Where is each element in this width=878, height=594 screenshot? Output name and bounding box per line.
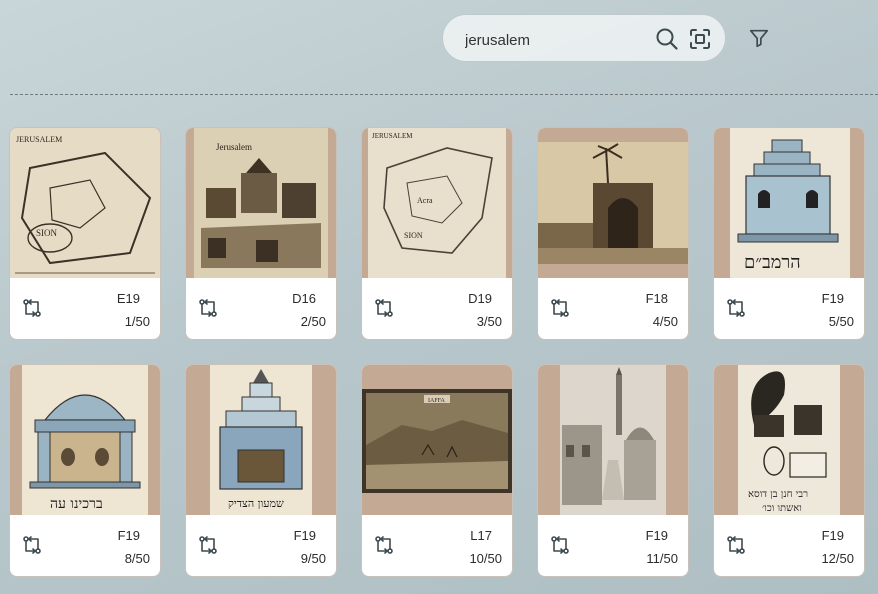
results-grid: JERUSALEM SION E19 1/50 Jerusalem D16 2/… [9, 127, 869, 579]
result-thumbnail: Jerusalem [186, 128, 336, 278]
scan-icon[interactable] [688, 27, 712, 51]
swap-icon[interactable] [22, 298, 42, 318]
result-code: E19 [116, 291, 140, 306]
svg-text:ואשתו וכו׳: ואשתו וכו׳ [762, 503, 802, 514]
result-thumbnail: רבי חנן בן דוסא ואשתו וכו׳ [714, 365, 864, 515]
result-card[interactable]: שמעון הצדיק F19 9/50 [185, 364, 337, 577]
swap-icon[interactable] [198, 298, 218, 318]
svg-text:SION: SION [36, 228, 58, 238]
search-bar [442, 14, 726, 62]
filter-icon[interactable] [748, 27, 770, 49]
result-thumbnail: JERUSALEM SION [10, 128, 160, 278]
result-card[interactable]: JERUSALEM SION E19 1/50 [9, 127, 161, 340]
result-code: L17 [470, 528, 492, 543]
result-card[interactable]: הרמב״ם F19 5/50 [713, 127, 865, 340]
divider [10, 94, 878, 95]
swap-icon[interactable] [550, 535, 570, 555]
swap-icon[interactable] [198, 535, 218, 555]
svg-text:ברכינו עה: ברכינו עה [50, 496, 103, 512]
result-code: D16 [292, 291, 316, 306]
result-count: 10/50 [469, 551, 502, 566]
svg-text:Acra: Acra [417, 196, 433, 205]
svg-text:IAFFA: IAFFA [428, 398, 446, 404]
result-count: 11/50 [646, 551, 678, 566]
result-code: D19 [468, 291, 492, 306]
result-thumbnail [538, 365, 688, 515]
search-icon[interactable] [655, 27, 679, 51]
result-count: 4/50 [652, 314, 678, 329]
svg-text:רבי חנן בן דוסא: רבי חנן בן דוסא [748, 489, 808, 500]
result-thumbnail: שמעון הצדיק [186, 365, 336, 515]
result-card[interactable]: ברכינו עה F19 8/50 [9, 364, 161, 577]
result-code: F19 [821, 291, 844, 306]
svg-text:JERUSALEM: JERUSALEM [16, 135, 62, 144]
svg-text:JERUSALEM: JERUSALEM [372, 132, 413, 140]
result-count: 3/50 [476, 314, 502, 329]
result-count: 9/50 [300, 551, 326, 566]
result-card[interactable]: F19 11/50 [537, 364, 689, 577]
result-code: F19 [293, 528, 316, 543]
result-thumbnail [538, 128, 688, 278]
result-card[interactable]: JERUSALEM Acra SION D19 3/50 [361, 127, 513, 340]
result-card[interactable]: IAFFA L17 10/50 [361, 364, 513, 577]
svg-text:SION: SION [404, 231, 423, 240]
result-code: F19 [117, 528, 140, 543]
swap-icon[interactable] [374, 535, 394, 555]
swap-icon[interactable] [550, 298, 570, 318]
result-thumbnail: הרמב״ם [714, 128, 864, 278]
result-thumbnail: IAFFA [362, 365, 512, 515]
result-card[interactable]: רבי חנן בן דוסא ואשתו וכו׳ F19 12/50 [713, 364, 865, 577]
result-count: 12/50 [821, 551, 854, 566]
swap-icon[interactable] [374, 298, 394, 318]
search-input[interactable] [463, 27, 637, 53]
swap-icon[interactable] [726, 535, 746, 555]
svg-text:הרמב״ם: הרמב״ם [744, 252, 801, 273]
result-code: F18 [645, 291, 668, 306]
result-thumbnail: JERUSALEM Acra SION [362, 128, 512, 278]
result-count: 8/50 [124, 551, 150, 566]
result-thumbnail: ברכינו עה [10, 365, 160, 515]
result-count: 5/50 [828, 314, 854, 329]
swap-icon[interactable] [22, 535, 42, 555]
svg-text:Jerusalem: Jerusalem [216, 142, 252, 152]
result-code: F19 [821, 528, 844, 543]
swap-icon[interactable] [726, 298, 746, 318]
result-code: F19 [645, 528, 668, 543]
svg-text:שמעון הצדיק: שמעון הצדיק [228, 497, 284, 510]
result-count: 2/50 [300, 314, 326, 329]
result-card[interactable]: F18 4/50 [537, 127, 689, 340]
result-count: 1/50 [124, 314, 150, 329]
result-card[interactable]: Jerusalem D16 2/50 [185, 127, 337, 340]
